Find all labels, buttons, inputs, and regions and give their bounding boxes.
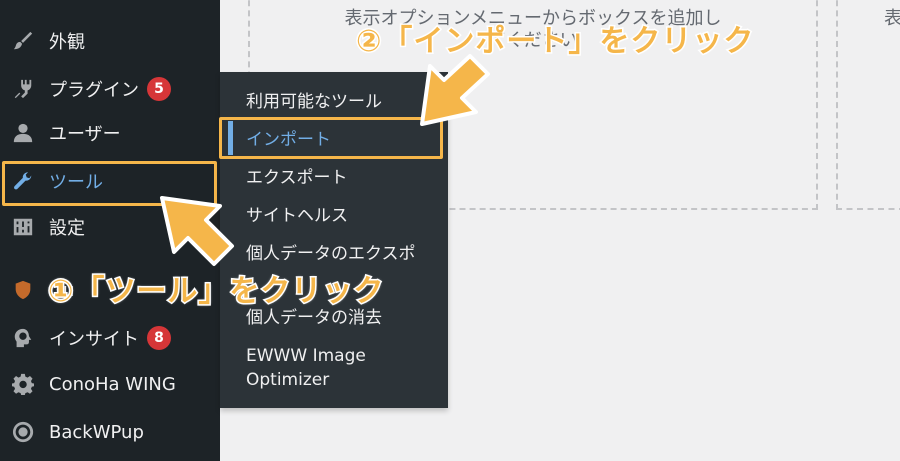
sidebar-item-label: ConoHa WING	[49, 373, 176, 395]
sidebar-item-users[interactable]: ユーザー	[0, 115, 220, 151]
arrow-to-tools-icon	[160, 196, 234, 266]
dropzone-2-text: 表	[884, 8, 900, 29]
dashboard-dropzone-2	[836, 0, 900, 210]
plugin-icon	[11, 77, 35, 101]
sidebar-item-label: BackWPup	[49, 421, 144, 443]
insights-count-badge: 8	[147, 326, 171, 350]
gear-icon	[11, 372, 35, 396]
step1-annotation: ①「ツール」をクリック	[46, 273, 385, 311]
submenu-item-export-personal-data[interactable]: 個人データのエクスポ	[246, 242, 416, 266]
submenu-item-ewww-line1[interactable]: EWWW Image	[246, 344, 366, 368]
sidebar-item-conoha-wing[interactable]: ConoHa WING	[0, 366, 220, 402]
user-icon	[11, 121, 35, 145]
step2-annotation: ②「インポート」をクリック	[354, 23, 755, 61]
sidebar-item-label: 設定	[49, 218, 85, 239]
settings-sliders-icon	[11, 215, 35, 239]
sidebar-item-label: 外観	[49, 32, 85, 53]
sidebar-item-label: ユーザー	[49, 124, 121, 145]
submenu-item-available-tools[interactable]: 利用可能なツール	[246, 90, 382, 114]
sidebar-item-label: インサイト	[49, 329, 139, 350]
submenu-item-site-health[interactable]: サイトヘルス	[246, 204, 348, 228]
submenu-item-ewww-line2[interactable]: Optimizer	[246, 368, 329, 392]
sidebar-item-appearance[interactable]: 外観	[0, 23, 220, 59]
sidebar-item-insights[interactable]: インサイト 8	[0, 320, 220, 356]
backwpup-icon	[11, 420, 35, 444]
shield-icon	[11, 278, 35, 302]
submenu-item-export[interactable]: エクスポート	[246, 166, 348, 190]
arrow-to-import-icon	[420, 54, 490, 126]
sidebar-item-plugins[interactable]: プラグイン 5	[0, 71, 220, 107]
paintbrush-icon	[11, 29, 35, 53]
sidebar-item-label: プラグイン	[49, 80, 139, 101]
insights-icon	[11, 326, 35, 350]
sidebar-item-backwpup[interactable]: BackWPup	[0, 414, 220, 450]
update-count-badge: 5	[147, 77, 171, 101]
